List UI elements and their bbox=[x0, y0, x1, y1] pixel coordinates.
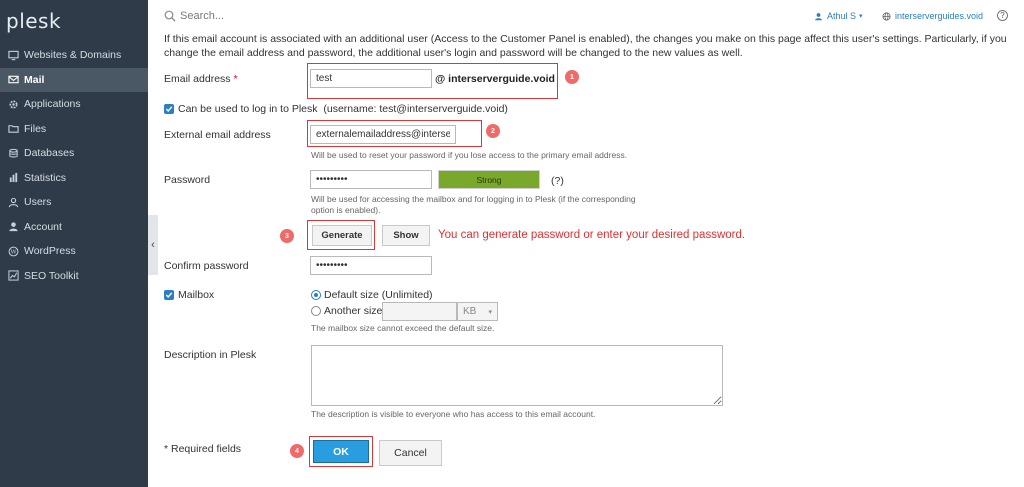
confirm-password-field[interactable] bbox=[310, 256, 432, 275]
size-unit-select[interactable]: KB ▾ bbox=[457, 302, 498, 321]
plesk-logo[interactable]: plesk bbox=[6, 9, 61, 33]
sidebar-item-applications[interactable]: Applications bbox=[0, 92, 148, 117]
search-input[interactable] bbox=[180, 7, 480, 25]
mailbox-size-input[interactable] bbox=[382, 302, 457, 321]
show-button[interactable]: Show bbox=[382, 225, 430, 246]
strength-fill: Strong bbox=[439, 171, 539, 188]
database-icon bbox=[7, 147, 19, 159]
email-domain: @ interserverguide.void bbox=[435, 73, 555, 85]
domain-name: interserverguides.void bbox=[895, 11, 984, 21]
mailbox-checkbox[interactable] bbox=[164, 290, 174, 300]
sidebar-item-label: SEO Toolkit bbox=[24, 269, 79, 282]
help-icon[interactable]: ? bbox=[997, 10, 1008, 21]
monitor-icon bbox=[7, 49, 19, 61]
ok-button[interactable]: OK bbox=[313, 440, 369, 463]
sidebar-item-label: Users bbox=[24, 196, 52, 209]
account-icon bbox=[7, 221, 19, 233]
email-label: Email address * bbox=[164, 73, 238, 85]
user-name: Athul S bbox=[827, 11, 857, 21]
sidebar-item-wordpress[interactable]: W WordPress bbox=[0, 239, 148, 264]
folder-icon bbox=[7, 123, 19, 135]
password-label: Password bbox=[164, 174, 211, 186]
sidebar-item-websites-domains[interactable]: Websites & Domains bbox=[0, 43, 148, 68]
another-size-label: Another size bbox=[324, 305, 383, 317]
domain-menu[interactable]: interserverguides.void bbox=[882, 11, 983, 21]
login-checkbox-label: Can be used to log in to Plesk (username… bbox=[178, 103, 508, 115]
sidebar-item-label: Statistics bbox=[24, 171, 67, 184]
globe-icon bbox=[882, 12, 891, 20]
password-strength-meter: Strong bbox=[438, 170, 540, 189]
sidebar-item-label: Files bbox=[24, 122, 47, 135]
strength-help-icon[interactable]: (?) bbox=[551, 175, 564, 187]
size-unit-value: KB bbox=[463, 306, 477, 317]
chart-up-icon bbox=[7, 270, 19, 282]
external-email-field[interactable] bbox=[310, 125, 456, 144]
sidebar-item-label: Websites & Domains bbox=[24, 49, 122, 62]
sidebar-collapse-handle[interactable]: ‹ bbox=[148, 215, 158, 275]
step-marker-2: 2 bbox=[486, 124, 500, 138]
mailbox-label: Mailbox bbox=[178, 289, 215, 301]
sidebar-item-seo-toolkit[interactable]: SEO Toolkit bbox=[0, 264, 148, 289]
external-email-hint: Will be used to reset your password if y… bbox=[311, 150, 628, 160]
user-menu[interactable]: Athul S ▾ bbox=[814, 11, 863, 21]
gear-icon bbox=[7, 98, 19, 110]
info-notice: If this email account is associated with… bbox=[164, 33, 1007, 59]
description-label: Description in Plesk bbox=[164, 349, 257, 361]
sidebar-item-databases[interactable]: Databases bbox=[0, 141, 148, 166]
sidebar-item-label: Applications bbox=[24, 98, 81, 111]
sidebar-item-files[interactable]: Files bbox=[0, 117, 148, 142]
mailbox-hint: The mailbox size cannot exceed the defau… bbox=[311, 323, 495, 333]
sidebar-item-users[interactable]: Users bbox=[0, 190, 148, 215]
step-marker-3: 3 bbox=[280, 229, 294, 243]
sidebar-item-account[interactable]: Account bbox=[0, 215, 148, 240]
sidebar-item-mail[interactable]: Mail bbox=[0, 67, 148, 92]
wordpress-icon: W bbox=[7, 245, 19, 257]
mail-icon bbox=[7, 74, 19, 86]
search-icon bbox=[164, 10, 176, 22]
svg-text:W: W bbox=[10, 248, 17, 255]
default-size-radio[interactable] bbox=[311, 290, 321, 300]
sidebar-item-label: Account bbox=[24, 220, 62, 233]
bar-chart-icon bbox=[7, 172, 19, 184]
chevron-down-icon: ▾ bbox=[859, 13, 863, 20]
sidebar-nav: Websites & Domains Mail Applications Fil… bbox=[0, 43, 148, 288]
another-size-radio[interactable] bbox=[311, 306, 321, 316]
user-icon bbox=[7, 196, 19, 208]
user-icon bbox=[815, 12, 822, 20]
sidebar-item-statistics[interactable]: Statistics bbox=[0, 166, 148, 191]
confirm-password-label: Confirm password bbox=[164, 260, 249, 272]
email-field[interactable] bbox=[310, 69, 432, 88]
sidebar: plesk Websites & Domains Mail Applicatio… bbox=[0, 0, 148, 487]
description-hint: The description is visible to everyone w… bbox=[311, 409, 596, 419]
chevron-down-icon: ▾ bbox=[488, 308, 492, 316]
password-hint: Will be used for accessing the mailbox a… bbox=[311, 194, 636, 215]
sidebar-item-label: Mail bbox=[24, 73, 45, 86]
annotation-text: You can generate password or enter your … bbox=[438, 229, 746, 241]
topbar: Athul S ▾ interserverguides.void ? bbox=[148, 0, 1024, 32]
password-field[interactable] bbox=[310, 170, 432, 189]
step-marker-4: 4 bbox=[290, 444, 304, 458]
default-size-label: Default size (Unlimited) bbox=[324, 289, 433, 301]
step-marker-1: 1 bbox=[565, 70, 579, 84]
required-fields-note: * Required fields bbox=[164, 443, 242, 455]
external-email-label: External email address bbox=[164, 129, 271, 141]
description-textarea[interactable] bbox=[311, 345, 723, 406]
sidebar-item-label: Databases bbox=[24, 147, 75, 160]
generate-button[interactable]: Generate bbox=[312, 225, 372, 246]
cancel-button[interactable]: Cancel bbox=[379, 440, 442, 466]
sidebar-item-label: WordPress bbox=[24, 245, 76, 258]
login-checkbox[interactable] bbox=[164, 104, 174, 114]
